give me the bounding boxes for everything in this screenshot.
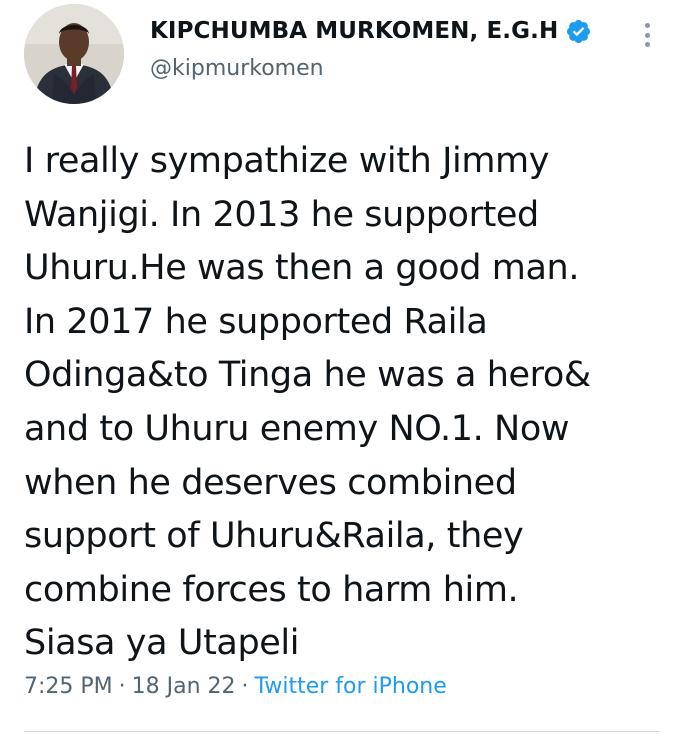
profile-photo: [24, 4, 124, 104]
more-dot: [644, 32, 650, 38]
tweet-source-link[interactable]: Twitter for iPhone: [255, 674, 447, 699]
avatar[interactable]: [24, 4, 124, 104]
author-info: KIPCHUMBA MURKOMEN, E.G.H @kipmurkomen: [150, 14, 592, 81]
verified-badge-icon: [565, 18, 592, 45]
more-options-icon[interactable]: [637, 20, 657, 50]
separator: ·: [118, 674, 126, 699]
more-dot: [644, 23, 650, 28]
tweet-date[interactable]: 18 Jan 22: [132, 674, 236, 699]
handle[interactable]: @kipmurkomen: [150, 56, 592, 81]
name-row: KIPCHUMBA MURKOMEN, E.G.H: [150, 14, 592, 48]
separator: ·: [241, 674, 249, 699]
tweet: KIPCHUMBA MURKOMEN, E.G.H @kipmurkomen I…: [0, 0, 683, 752]
tweet-text: I really sympathize with Jimmy Wanjigi. …: [24, 141, 591, 664]
tweet-time[interactable]: 7:25 PM: [24, 674, 113, 699]
tweet-metadata: 7:25 PM · 18 Jan 22 · Twitter for iPhone: [24, 674, 447, 699]
display-name[interactable]: KIPCHUMBA MURKOMEN, E.G.H: [150, 18, 558, 44]
more-dot: [644, 42, 650, 47]
divider: [24, 731, 659, 732]
